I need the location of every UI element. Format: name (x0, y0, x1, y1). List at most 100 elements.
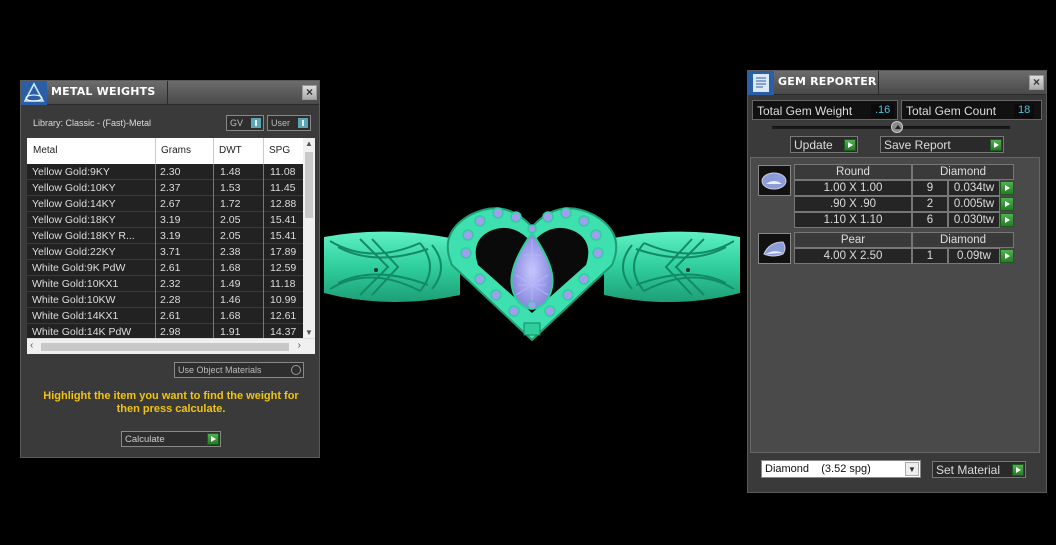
gem-list-area: Round Diamond 1.00 X 1.00 9 0.034tw .90 … (750, 157, 1040, 453)
cell-divider (213, 292, 214, 308)
total-gem-weight-label: Total Gem Weight (757, 104, 853, 118)
cell-dwt: 1.91 (220, 326, 241, 338)
scroll-up-icon[interactable]: ▲ (305, 139, 313, 148)
save-report-label: Save Report (884, 138, 951, 152)
cell-divider (155, 292, 156, 308)
gem-reporter-titlebar[interactable]: GEM REPORTER × (748, 71, 1046, 95)
gv-toggle[interactable]: GV (226, 115, 264, 131)
round-gem-thumbnail[interactable] (758, 165, 791, 196)
scroll-right-icon[interactable]: › (298, 340, 301, 351)
radio-icon[interactable] (291, 365, 301, 375)
table-row[interactable]: White Gold:14KX1 2.61 1.68 12.61 (27, 308, 303, 324)
scroll-thumb[interactable] (305, 152, 313, 218)
gem-size: 4.00 X 2.50 (794, 248, 912, 264)
col-divider (155, 138, 156, 164)
ring-band-right (604, 231, 740, 303)
cell-divider (155, 180, 156, 196)
cell-spg: 11.45 (270, 182, 296, 194)
table-row[interactable]: Yellow Gold:14KY 2.67 1.72 12.88 (27, 196, 303, 212)
gv-toggle-label: GV (230, 118, 244, 128)
table-row[interactable]: Yellow Gold:18KY R... 3.19 2.05 15.41 (27, 228, 303, 244)
cell-metal: Yellow Gold:18KY (32, 214, 116, 226)
calculate-button[interactable]: Calculate (121, 431, 221, 447)
metal-weights-panel: METAL WEIGHTS × Library: Classic - (Fast… (20, 80, 320, 458)
cell-divider (155, 308, 156, 324)
cell-divider (213, 308, 214, 324)
cell-divider (263, 212, 264, 228)
cell-metal: Yellow Gold:22KY (32, 246, 116, 258)
cell-grams: 2.67 (160, 198, 181, 210)
play-icon[interactable] (207, 433, 219, 445)
gv-toggle-switch-icon[interactable] (251, 118, 261, 128)
vertical-scrollbar[interactable]: ▲ ▼ (303, 138, 315, 338)
ring-3d-viewport[interactable] (320, 195, 744, 345)
pear-gem-icon (763, 241, 786, 257)
gem-shape-pear: Pear (794, 232, 912, 248)
use-object-materials-option[interactable]: Use Object Materials (174, 362, 304, 378)
metal-weights-titlebar[interactable]: METAL WEIGHTS × (21, 81, 319, 105)
cell-dwt: 2.38 (220, 246, 241, 258)
material-select-value: Diamond (3.52 spg) (765, 463, 871, 475)
cell-metal: Yellow Gold:18KY R... (32, 230, 135, 242)
chevron-down-icon[interactable]: ▼ (905, 462, 919, 476)
total-gem-weight-value: .16 (871, 104, 895, 118)
cell-divider (213, 276, 214, 292)
gem-select-icon[interactable] (1000, 249, 1014, 263)
play-icon[interactable] (844, 139, 856, 151)
table-row[interactable]: Yellow Gold:18KY 3.19 2.05 15.41 (27, 212, 303, 228)
cell-spg: 11.08 (270, 166, 296, 178)
table-row[interactable]: White Gold:10KX1 2.32 1.49 11.18 (27, 276, 303, 292)
gem-select-icon[interactable] (1000, 181, 1014, 195)
gem-slider-knob[interactable] (891, 121, 903, 133)
hscroll-thumb[interactable] (41, 343, 289, 351)
cell-grams: 2.32 (160, 278, 181, 290)
col-metal[interactable]: Metal (33, 145, 57, 156)
metal-close-button[interactable]: × (302, 85, 317, 100)
gem-weight: 0.030tw (948, 212, 1000, 228)
set-material-label: Set Material (936, 463, 1001, 477)
cell-divider (155, 244, 156, 260)
gem-close-button[interactable]: × (1029, 75, 1044, 90)
table-row[interactable]: White Gold:9K PdW 2.61 1.68 12.59 (27, 260, 303, 276)
calculate-label: Calculate (125, 434, 165, 445)
set-material-button[interactable]: Set Material (932, 461, 1026, 478)
use-object-materials-label: Use Object Materials (178, 365, 262, 375)
material-select[interactable]: Diamond (3.52 spg) ▼ (761, 460, 921, 478)
horizontal-scrollbar[interactable]: ‹ › (27, 338, 315, 354)
pear-gem-thumbnail[interactable] (758, 233, 791, 264)
update-button[interactable]: Update (790, 136, 858, 153)
cell-grams: 2.61 (160, 262, 181, 274)
save-report-button[interactable]: Save Report (880, 136, 1004, 153)
scroll-left-icon[interactable]: ‹ (30, 340, 33, 351)
gem-select-icon[interactable] (1000, 197, 1014, 211)
table-row[interactable]: Yellow Gold:22KY 3.71 2.38 17.89 (27, 244, 303, 260)
col-spg[interactable]: SPG (269, 145, 290, 156)
cell-divider (263, 228, 264, 244)
play-icon[interactable] (990, 139, 1002, 151)
col-grams[interactable]: Grams (161, 145, 191, 156)
table-row[interactable]: Yellow Gold:9KY 2.30 1.48 11.08 (27, 164, 303, 180)
cell-spg: 11.18 (270, 278, 296, 290)
cell-spg: 12.59 (270, 262, 297, 274)
scroll-down-icon[interactable]: ▼ (305, 328, 313, 337)
cell-spg: 17.89 (270, 246, 297, 258)
cell-metal: White Gold:9K PdW (32, 262, 126, 274)
gem-shape-round: Round (794, 164, 912, 180)
col-dwt[interactable]: DWT (219, 145, 242, 156)
round-gem-icon (761, 172, 787, 190)
cell-metal: Yellow Gold:9KY (32, 166, 110, 178)
col-divider (213, 138, 214, 164)
cell-dwt: 1.68 (220, 310, 241, 322)
user-toggle[interactable]: User (267, 115, 311, 131)
library-label: Library: Classic - (Fast)-Metal (33, 118, 152, 128)
cell-grams: 2.30 (160, 166, 181, 178)
cell-dwt: 1.53 (220, 182, 241, 194)
gem-select-icon[interactable] (1000, 213, 1014, 227)
table-row[interactable]: White Gold:10KW 2.28 1.46 10.99 (27, 292, 303, 308)
cell-divider (155, 276, 156, 292)
gem-size: 1.00 X 1.00 (794, 180, 912, 196)
user-toggle-switch-icon[interactable] (298, 118, 308, 128)
play-icon[interactable] (1012, 464, 1024, 476)
cell-dwt: 1.48 (220, 166, 241, 178)
table-row[interactable]: Yellow Gold:10KY 2.37 1.53 11.45 (27, 180, 303, 196)
